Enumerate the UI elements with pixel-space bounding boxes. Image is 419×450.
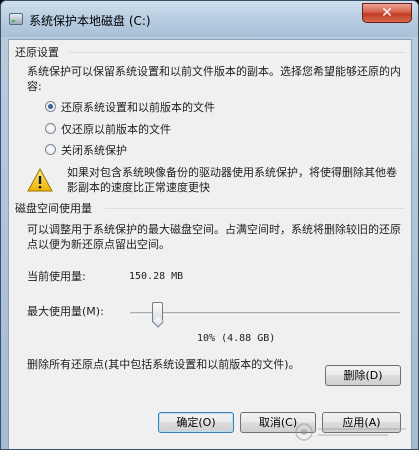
radio-button[interactable] (45, 144, 56, 155)
restore-description: 系统保护可以保留系统设置和以前文件版本的副本。选择您希望能够还原的内容: (27, 65, 401, 93)
drive-icon (9, 13, 23, 25)
delete-description: 删除所有还原点(其中包括系统设置和以前版本的文件)。 (27, 358, 300, 371)
max-usage-slider-track[interactable] (130, 312, 400, 315)
slider-readout: 10% (4.88 GB) (197, 333, 276, 344)
max-usage-slider-thumb[interactable] (151, 302, 163, 322)
watermark-logo (295, 423, 406, 441)
ok-button[interactable]: 确定(O) (158, 412, 234, 433)
max-usage-label: 最大使用量(M): (27, 305, 104, 318)
current-usage-label: 当前使用量: (27, 270, 86, 283)
radio-button[interactable] (45, 123, 56, 134)
radio-label: 还原系统设置和以前版本的文件 (61, 100, 215, 114)
group-divider (105, 208, 405, 209)
restore-settings-title: 还原设置 (15, 46, 59, 59)
current-usage-value: 150.28 MB (129, 271, 184, 282)
radio-button-checked[interactable] (45, 101, 56, 112)
warning-text: 如果对包含系统映像备份的驱动器使用系统保护，将使得删除其他卷影副本的速度比正常速… (67, 166, 397, 194)
window-title: 系统保护本地磁盘 (C:) (29, 14, 151, 28)
radio-restore-files-only[interactable]: 仅还原以前版本的文件 (45, 121, 171, 136)
title-bar[interactable]: 系统保护本地磁盘 (C:) ✕ (1, 1, 418, 37)
delete-button[interactable]: 删除(D) (325, 365, 401, 386)
disk-usage-description: 可以调整用于系统保护的最大磁盘空间。占满空间时，系统将删除较旧的还原点以便为新还… (27, 223, 401, 251)
radio-restore-system-and-files[interactable]: 还原系统设置和以前版本的文件 (45, 99, 215, 114)
dialog-content: 还原设置 系统保护可以保留系统设置和以前文件版本的副本。选择您希望能够还原的内容… (8, 39, 412, 449)
dialog-window: 系统保护本地磁盘 (C:) ✕ 还原设置 系统保护可以保留系统设置和以前文件版本… (0, 0, 419, 450)
warning-icon (27, 168, 53, 192)
radio-label: 仅还原以前版本的文件 (61, 122, 171, 136)
disk-usage-title: 磁盘空间使用量 (15, 202, 92, 215)
radio-label: 关闭系统保护 (61, 143, 127, 157)
radio-turn-off-protection[interactable]: 关闭系统保护 (45, 142, 127, 157)
group-divider (69, 52, 405, 53)
close-button[interactable]: ✕ (362, 3, 412, 23)
